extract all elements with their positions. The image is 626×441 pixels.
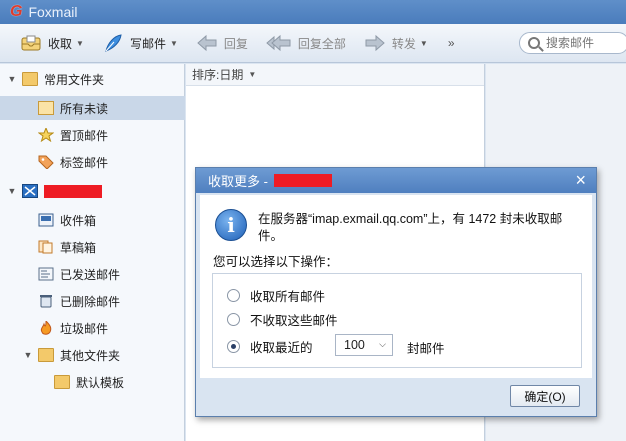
search-icon — [528, 37, 540, 49]
forward-arrow-icon — [365, 34, 385, 52]
receive-button[interactable]: 收取 ▼ — [20, 29, 84, 57]
folder-icon — [22, 72, 38, 86]
sidebar-item-sent[interactable]: 已发送邮件 — [0, 262, 185, 286]
folder-sidebar: ▼ 常用文件夹 所有未读 置顶邮件 标签邮件 ▼ 收件箱 草稿箱 已发送邮件 已… — [0, 64, 185, 441]
sidebar-item-other-folders[interactable]: ▼ 其他文件夹 — [0, 343, 185, 367]
sidebar-item-common-folders[interactable]: ▼ 常用文件夹 — [0, 67, 185, 91]
sidebar-item-account[interactable]: ▼ — [0, 179, 185, 203]
radio-fetch-recent[interactable] — [227, 340, 240, 353]
dialog-footer: 确定(O) — [196, 380, 596, 416]
option-fetch-all[interactable]: 收取所有邮件 — [227, 286, 325, 305]
folder-icon — [38, 101, 54, 115]
sidebar-item-label: 草稿箱 — [60, 240, 97, 255]
sidebar-item-tagged[interactable]: 标签邮件 — [0, 150, 185, 174]
flame-icon — [38, 319, 54, 335]
tag-icon — [38, 155, 54, 170]
sidebar-item-label: 已删除邮件 — [60, 294, 121, 309]
recent-count-value: 100 — [344, 338, 365, 352]
chevron-down-icon[interactable]: ▼ — [248, 70, 256, 79]
folder-icon — [54, 375, 70, 389]
forward-button[interactable]: 转发 ▼ — [364, 29, 428, 57]
expand-toggle-icon[interactable]: ▼ — [6, 186, 18, 196]
option-fetch-recent[interactable]: 收取最近的 — [227, 337, 313, 356]
dialog-title-bar: 收取更多 - × — [196, 168, 596, 193]
folder-icon — [38, 348, 54, 362]
sidebar-item-label: 所有未读 — [60, 101, 109, 116]
forward-label: 转发 — [391, 36, 416, 51]
chevron-down-icon[interactable]: ▼ — [170, 39, 178, 48]
sidebar-item-label: 收件箱 — [60, 213, 97, 228]
reply-arrow-icon — [197, 34, 217, 52]
reply-all-button[interactable]: 回复全部 — [266, 29, 346, 57]
feather-pen-icon — [105, 34, 122, 52]
fetch-more-dialog: 收取更多 - × i 在服务器“imap.exmail.qq.com”上，有 1… — [195, 167, 597, 417]
close-icon[interactable]: × — [575, 170, 586, 190]
dialog-title: 收取更多 - — [208, 174, 268, 189]
reply-all-label: 回复全部 — [297, 36, 346, 51]
sidebar-item-label: 其他文件夹 — [60, 348, 121, 363]
options-group: 收取所有邮件 不收取这些邮件 收取最近的 100 ⌵ 封邮件 — [212, 273, 582, 368]
expand-toggle-icon[interactable]: ▼ — [6, 74, 18, 84]
option-label: 收取所有邮件 — [250, 290, 326, 304]
sidebar-item-label: 垃圾邮件 — [60, 321, 109, 336]
sidebar-item-label: 常用文件夹 — [44, 72, 105, 87]
search-input[interactable] — [546, 36, 622, 50]
sidebar-item-drafts[interactable]: 草稿箱 — [0, 235, 185, 259]
chevron-down-icon[interactable]: ▼ — [420, 39, 428, 48]
info-icon: i — [215, 209, 247, 241]
redacted-account-name — [44, 184, 102, 198]
sort-selector[interactable]: 排序:日期 ▼ — [186, 64, 484, 86]
reply-all-arrow-icon — [266, 34, 291, 52]
inbox-icon — [38, 213, 54, 227]
radio-fetch-none[interactable] — [227, 313, 240, 326]
search-box[interactable] — [519, 32, 626, 54]
recent-count-select[interactable]: 100 ⌵ — [335, 334, 393, 356]
receive-label: 收取 — [48, 36, 73, 51]
sidebar-item-inbox[interactable]: 收件箱 — [0, 208, 185, 232]
dialog-prompt: 您可以选择以下操作： — [213, 255, 339, 269]
sidebar-item-default-template[interactable]: 默认模板 — [0, 370, 185, 394]
chevron-down-icon[interactable]: ▼ — [76, 39, 84, 48]
drafts-icon — [38, 240, 54, 254]
sidebar-item-label: 已发送邮件 — [60, 267, 121, 282]
sidebar-item-label: 默认模板 — [76, 375, 125, 390]
sidebar-item-label: 标签邮件 — [60, 155, 109, 170]
option-label: 收取最近的 — [250, 341, 313, 355]
sidebar-item-all-unread[interactable]: 所有未读 — [0, 96, 185, 120]
radio-fetch-all[interactable] — [227, 289, 240, 302]
sent-icon — [38, 267, 54, 281]
compose-button[interactable]: 写邮件 ▼ — [102, 29, 178, 57]
sort-label: 排序:日期 — [192, 68, 244, 82]
sidebar-item-pinned[interactable]: 置顶邮件 — [0, 123, 185, 147]
option-fetch-none[interactable]: 不收取这些邮件 — [227, 310, 338, 329]
recent-count-unit: 封邮件 — [407, 342, 445, 356]
trash-icon — [38, 294, 54, 308]
expand-toggle-icon[interactable]: ▼ — [22, 350, 34, 360]
sidebar-item-label: 置顶邮件 — [60, 128, 109, 143]
compose-label: 写邮件 — [129, 36, 166, 51]
chevron-down-icon[interactable]: ⌵ — [379, 339, 386, 350]
title-bar: G Foxmail — [0, 0, 626, 24]
star-icon — [37, 126, 55, 143]
reply-button[interactable]: 回复 — [196, 29, 248, 57]
sidebar-item-junk[interactable]: 垃圾邮件 — [0, 316, 185, 340]
reply-label: 回复 — [223, 36, 248, 51]
toolbar-overflow-button[interactable]: » — [448, 36, 455, 50]
foxmail-logo-icon: G — [10, 3, 23, 20]
window-title: Foxmail — [28, 4, 78, 20]
redacted-account-name — [273, 174, 332, 187]
account-mail-icon — [22, 184, 38, 198]
dialog-message: 在服务器“imap.exmail.qq.com”上，有 1472 封未收取邮件。 — [258, 212, 563, 243]
option-label: 不收取这些邮件 — [250, 314, 338, 328]
sidebar-item-deleted[interactable]: 已删除邮件 — [0, 289, 185, 313]
ok-button[interactable]: 确定(O) — [510, 385, 580, 407]
inbox-tray-icon — [21, 35, 41, 51]
dialog-body: i 在服务器“imap.exmail.qq.com”上，有 1472 封未收取邮… — [200, 195, 592, 378]
